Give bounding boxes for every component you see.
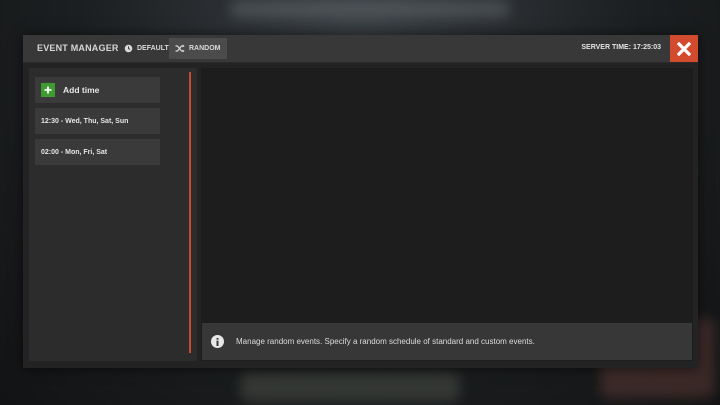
- info-icon: [211, 335, 224, 348]
- background-decor-top: [230, 0, 510, 18]
- tab-random-label: RANDOM: [189, 45, 221, 52]
- page-title: EVENT MANAGER: [37, 43, 119, 53]
- event-content-area: [201, 68, 693, 361]
- background-decor-bottom: [240, 372, 460, 402]
- plus-icon: [41, 83, 55, 97]
- shuffle-icon: [175, 44, 185, 53]
- list-item[interactable]: 02:00 - Mon, Fri, Sat: [35, 139, 160, 165]
- tab-random[interactable]: RANDOM: [169, 38, 227, 59]
- schedule-item-label: 02:00 - Mon, Fri, Sat: [41, 148, 108, 156]
- schedule-item-label: 12:30 - Wed, Thu, Sat, Sun: [41, 117, 129, 125]
- close-button[interactable]: [670, 35, 698, 62]
- clock-icon: [124, 44, 133, 53]
- close-icon: [677, 41, 691, 56]
- add-time-button[interactable]: Add time: [35, 77, 160, 103]
- tab-default-label: DEFAULT: [137, 45, 169, 52]
- panel-header: EVENT MANAGER DEFAULT RANDOM SERVER TIME…: [23, 35, 698, 63]
- add-time-label: Add time: [63, 85, 100, 95]
- tab-default[interactable]: DEFAULT: [118, 38, 175, 59]
- info-text: Manage random events. Specify a random s…: [236, 337, 535, 346]
- event-manager-panel: EVENT MANAGER DEFAULT RANDOM SERVER TIME…: [23, 35, 698, 368]
- list-item[interactable]: 12:30 - Wed, Thu, Sat, Sun: [35, 108, 160, 134]
- info-bar: Manage random events. Specify a random s…: [202, 323, 692, 360]
- server-time: SERVER TIME: 17:25:03: [581, 44, 661, 51]
- scrollbar[interactable]: [189, 72, 191, 353]
